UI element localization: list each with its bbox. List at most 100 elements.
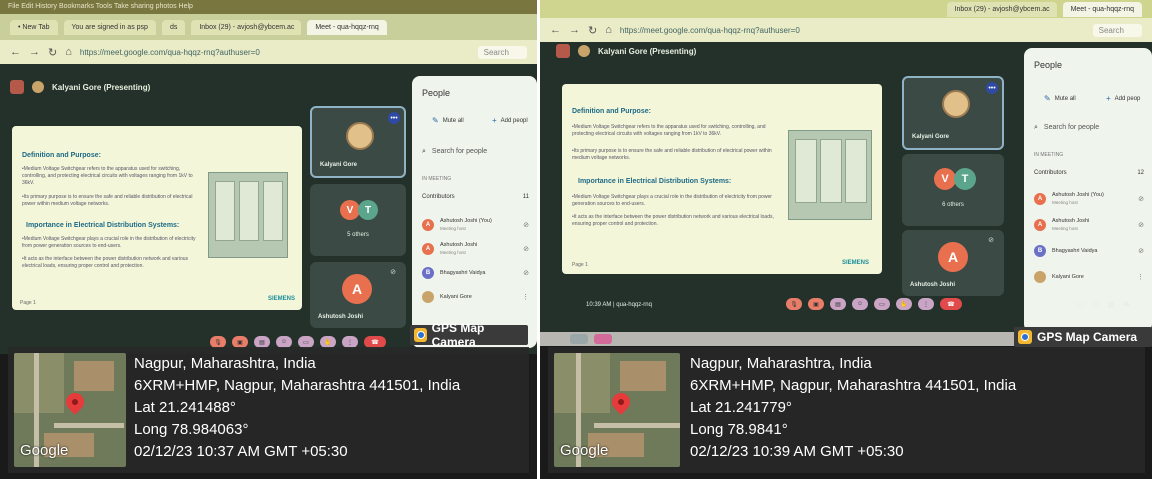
browser-tabbar: Inbox (29) - avjosh@ybcem.ac Meet - qua-… <box>540 0 1152 18</box>
search-field[interactable]: Search <box>477 45 527 59</box>
mute-all-button[interactable]: ✎ Mute all <box>432 116 464 125</box>
back-icon[interactable]: ← <box>10 46 21 58</box>
people-search[interactable]: ⌕ Search for people <box>1034 124 1099 132</box>
mic-off-icon[interactable]: ⊘ <box>1138 221 1144 229</box>
browser-tab[interactable]: Inbox (29) - avjosh@ybcem.ac <box>191 19 302 35</box>
contributors-count: 12 <box>1137 170 1144 176</box>
gps-overlay: Google Nagpur, Maharashtra, India 6XRM+H… <box>548 347 1145 473</box>
reload-icon[interactable]: ↻ <box>588 24 597 37</box>
location-pin-icon <box>62 389 88 415</box>
participant-name: Bhagyashri Vaidya <box>440 269 486 276</box>
mic-off-icon[interactable]: ⊘ <box>523 221 529 229</box>
chat-icon[interactable]: ▤ <box>1107 300 1115 311</box>
browser-tab[interactable]: Inbox (29) - avjosh@ybcem.ac <box>946 1 1057 17</box>
url-field[interactable]: https://meet.google.com/qua-hqqz-rnq?aut… <box>620 26 1085 35</box>
more-options-icon[interactable]: ⋮ <box>522 293 529 301</box>
participant-tile[interactable]: ••• Kalyani Gore <box>902 76 1004 150</box>
back-icon[interactable]: ← <box>550 24 561 36</box>
mute-all-button[interactable]: ✎ Mute all <box>1044 94 1076 103</box>
participant-tile[interactable]: ••• Kalyani Gore <box>310 106 406 178</box>
people-icon[interactable]: ⚇ <box>1092 300 1099 311</box>
camera-button[interactable]: ▣ <box>808 298 824 310</box>
browser-tab[interactable]: ds <box>161 19 186 35</box>
browser-tabbar: • New Tab You are signed in as psp ds In… <box>0 14 537 40</box>
people-search-placeholder: Search for people <box>431 148 488 155</box>
raise-hand-button[interactable]: ✋ <box>896 298 912 310</box>
browser-tab[interactable]: You are signed in as psp <box>63 19 156 35</box>
participant-row[interactable]: A Ashutosh Joshi (You) Meeting host ⊘ <box>1034 188 1144 210</box>
people-search[interactable]: ⌕ Search for people <box>422 148 487 156</box>
browser-tab-active[interactable]: Meet - qua-hqqz-rnq <box>307 19 387 35</box>
avatar <box>422 291 434 303</box>
mic-off-icon[interactable]: ⊘ <box>1138 195 1144 203</box>
participant-row[interactable]: A Ashutosh Joshi Meeting host ⊘ <box>422 238 529 260</box>
participant-row[interactable]: Kalyani Gore ⋮ <box>422 286 529 308</box>
url-field[interactable]: https://meet.google.com/qua-hqqz-rnq?aut… <box>80 48 470 57</box>
participant-tile[interactable]: V T 5 others <box>310 184 406 256</box>
home-icon[interactable]: ⌂ <box>605 24 612 36</box>
add-people-button[interactable]: + Add peopl <box>492 116 528 125</box>
gps-latitude: Lat 21.241779° <box>690 399 792 416</box>
add-person-icon: + <box>492 116 497 125</box>
tile-label: Ashutosh Joshi <box>318 314 364 320</box>
taskbar-app-icon[interactable] <box>570 334 588 344</box>
participant-row[interactable]: A Ashutosh Joshi Meeting host ⊘ <box>1034 214 1144 236</box>
contributors-row[interactable]: Contributors 11 <box>422 194 529 200</box>
captions-button[interactable]: ▤ <box>830 298 846 310</box>
emoji-button[interactable]: ☺ <box>852 298 868 310</box>
add-people-label: Add peopl <box>500 117 528 124</box>
avatar: A <box>342 274 372 304</box>
search-icon: ⌕ <box>1034 124 1038 131</box>
mic-off-icon[interactable]: ⊘ <box>523 245 529 253</box>
mic-off-icon: ⊘ <box>988 237 994 244</box>
forward-icon[interactable]: → <box>569 24 580 36</box>
mic-off-icon[interactable]: ⊘ <box>1138 247 1144 255</box>
address-bar: ← → ↻ ⌂ https://meet.google.com/qua-hqqz… <box>0 40 537 64</box>
contributors-label: Contributors <box>1034 170 1067 176</box>
people-panel: People ✎ Mute all + Add peopl ⌕ Search fo… <box>412 76 537 348</box>
presenter-bar: Kalyani Gore (Presenting) <box>10 80 150 94</box>
reload-icon[interactable]: ↻ <box>48 46 57 59</box>
more-options-button[interactable]: ⋮ <box>918 298 934 310</box>
tile-label: 5 others <box>347 232 369 238</box>
participant-tile[interactable]: ⊘ A Ashutosh Joshi <box>902 230 1004 296</box>
camera-icon <box>1018 330 1032 344</box>
activities-icon[interactable]: ☘ <box>1123 300 1130 311</box>
participant-row[interactable]: A Ashutosh Joshi (You) Meeting host ⊘ <box>422 214 529 236</box>
participant-name: Ashutosh Joshi (You) <box>1052 192 1104 198</box>
add-people-button[interactable]: + Add peop <box>1106 94 1140 103</box>
avatar <box>1034 271 1046 283</box>
participant-row[interactable]: Kalyani Gore ⋮ <box>1034 266 1144 288</box>
search-icon: ⌕ <box>422 148 426 155</box>
slide-text: •It acts as the interface between the po… <box>22 256 189 269</box>
more-options-icon[interactable]: ••• <box>388 112 400 124</box>
more-options-icon[interactable]: ⋮ <box>1137 273 1144 281</box>
browser-tab[interactable]: • New Tab <box>10 19 58 35</box>
participant-row[interactable]: B Bhagyashri Vaidya ⊘ <box>1034 240 1144 262</box>
participant-tile[interactable]: ⊘ A Ashutosh Joshi <box>310 262 406 328</box>
mic-button[interactable]: 🎙 <box>786 298 802 310</box>
gps-address: 6XRM+HMP, Nagpur, Maharashtra 441501, In… <box>690 377 1017 394</box>
present-icon <box>556 44 570 58</box>
participant-name: Ashutosh Joshi <box>1052 218 1090 224</box>
forward-icon[interactable]: → <box>29 46 40 58</box>
participant-name: Bhagyashri Vaidya <box>1052 247 1098 254</box>
taskbar-app-icon[interactable] <box>594 334 612 344</box>
participant-tile[interactable]: V T 6 others <box>902 154 1004 226</box>
info-icon[interactable]: ⓘ <box>1076 300 1084 311</box>
home-icon[interactable]: ⌂ <box>65 46 72 58</box>
location-pin-icon <box>608 389 634 415</box>
search-field[interactable]: Search <box>1092 23 1142 37</box>
participant-role: Meeting host <box>1052 226 1078 231</box>
gps-datetime: 02/12/23 10:37 AM GMT +05:30 <box>134 443 348 460</box>
more-options-icon[interactable]: ••• <box>986 82 998 94</box>
browser-tab-active[interactable]: Meet - qua-hqqz-rnq <box>1062 1 1142 17</box>
present-icon <box>10 80 24 94</box>
present-button[interactable]: ▭ <box>874 298 890 310</box>
slide-footer: Page 1 <box>20 300 36 306</box>
participant-row[interactable]: B Bhagyashri Vaidya ⊘ <box>422 262 529 284</box>
contributors-row[interactable]: Contributors 12 <box>1034 170 1144 176</box>
presenter-name: Kalyani Gore (Presenting) <box>598 46 697 56</box>
leave-call-button[interactable]: ☎ <box>940 298 962 310</box>
mic-off-icon[interactable]: ⊘ <box>523 269 529 277</box>
